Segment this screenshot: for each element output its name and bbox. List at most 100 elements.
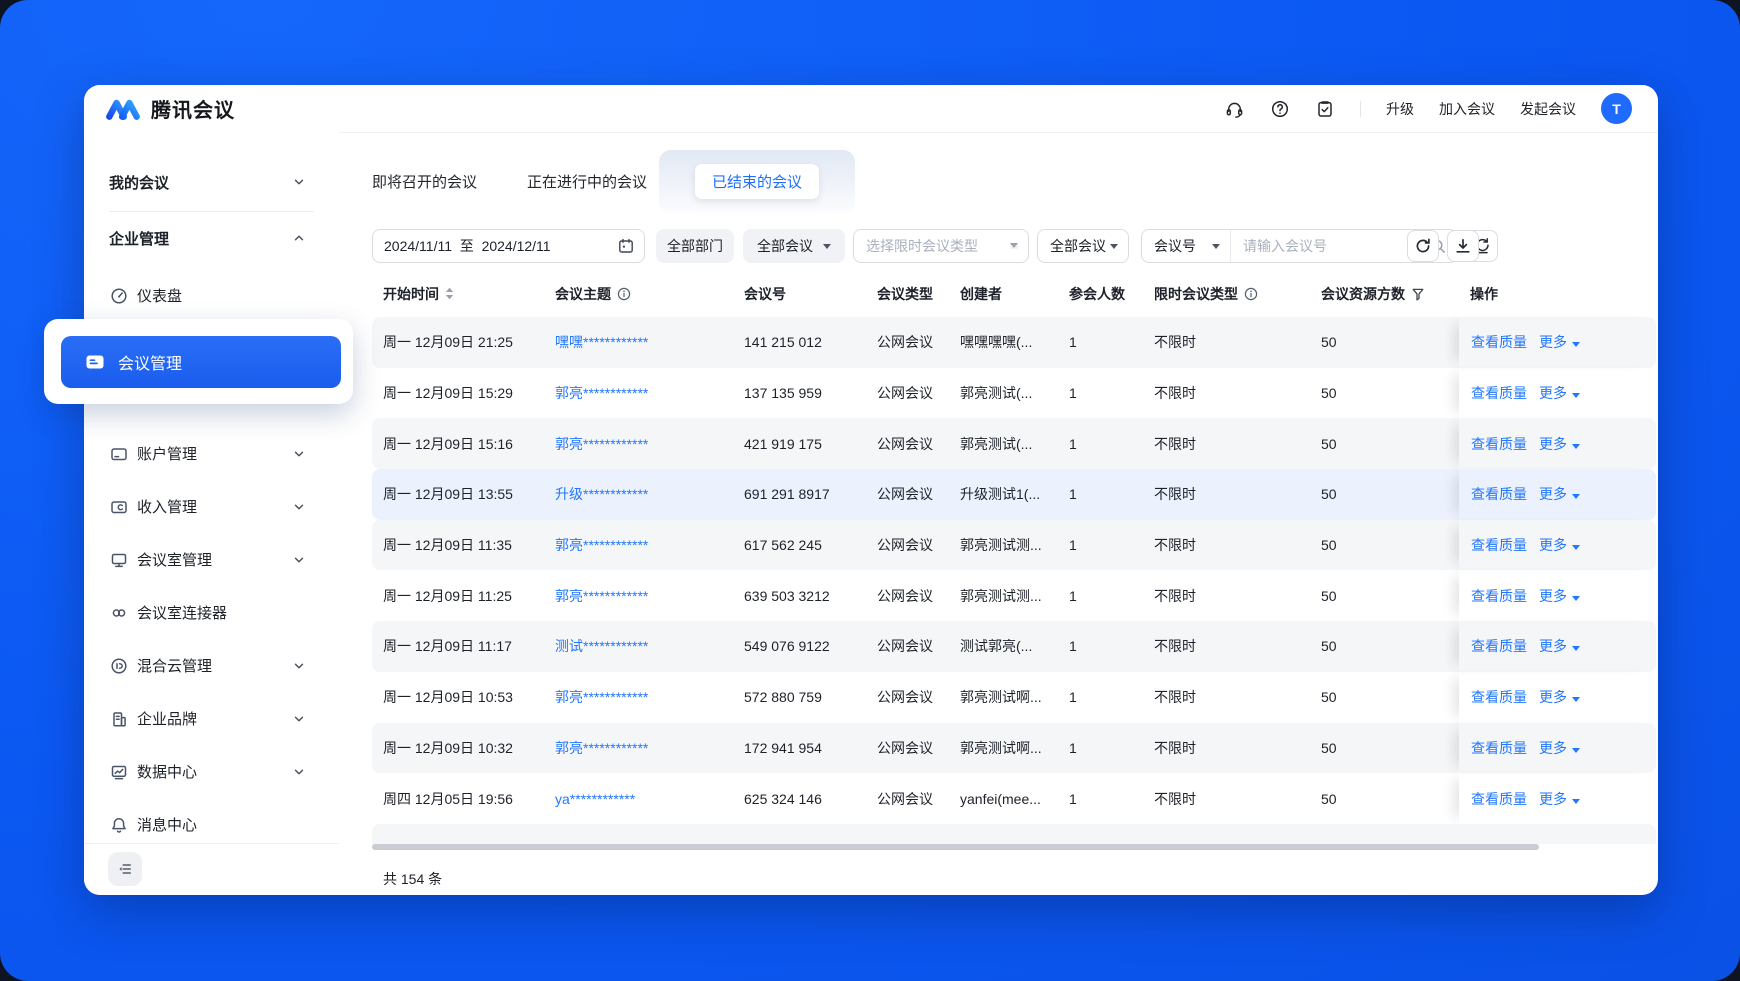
sidebar-item-account-manage[interactable]: 账户管理 [84,427,339,480]
table-row[interactable]: 周一 12月09日 10:53 郭亮************ 572 880 759… [372,672,1656,723]
cell-actions: 查看质量 更多 [1459,773,1656,824]
more-link[interactable]: 更多 [1539,738,1580,758]
table-row[interactable]: 周一 12月09日 11:25 郭亮************ 639 503 321… [372,570,1656,621]
table-row[interactable]: 周一 12月09日 13:55 升级************ 691 291 891… [372,469,1656,520]
tab-ended[interactable]: 已结束的会议 [695,164,820,199]
cell-start-time: 周一 12月09日 11:25 [383,587,512,604]
desktop-background: 腾讯会议 升级 加入会议 发起会议 T 我的会议 企业管理 仪表盘 会议管理 账… [0,0,1740,981]
sidebar-item-data-center[interactable]: 数据中心 [84,745,339,798]
table-row[interactable]: 周一 12月09日 15:16 郭亮************ 421 919 175… [372,418,1656,470]
avatar[interactable]: T [1601,93,1632,124]
download-icon[interactable] [1447,230,1479,262]
table-row[interactable]: 周一 12月09日 15:29 郭亮************ 137 135 959… [372,368,1656,419]
app-title: 腾讯会议 [151,100,235,122]
column-header-resources[interactable]: 会议资源方数 [1310,284,1459,304]
meeting-filter-select[interactable]: 全部会议 [1037,229,1129,263]
table-row[interactable]: 周一 12月09日 11:35 郭亮************ 617 562 245… [372,519,1656,571]
view-quality-link[interactable]: 查看质量 [1471,434,1527,454]
more-link[interactable]: 更多 [1539,434,1580,454]
view-quality-link[interactable]: 查看质量 [1471,535,1527,555]
meeting-topic-link[interactable]: 郭亮************ [555,588,648,604]
meeting-topic-link[interactable]: 郭亮************ [555,385,648,401]
view-quality-link[interactable]: 查看质量 [1471,636,1527,656]
funnel-icon[interactable] [1411,287,1425,301]
cell-actions: 查看质量 更多 [1459,570,1656,621]
meeting-topic-link[interactable]: 测试************ [555,638,648,654]
meeting-topic-link[interactable]: 郭亮************ [555,740,648,756]
more-link[interactable]: 更多 [1539,383,1580,403]
search-input[interactable] [1231,238,1430,254]
table-row[interactable]: 周一 12月09日 10:32 郭亮************ 172 941 954… [372,722,1656,774]
meeting-topic-link[interactable]: 嘿嘿************ [555,334,648,350]
more-link[interactable]: 更多 [1539,586,1580,606]
table-row[interactable]: 周一 12月09日 11:17 测试************ 549 076 912… [372,621,1656,672]
sidebar-item-dashboard[interactable]: 仪表盘 [84,269,339,322]
caret-down-icon [1572,595,1580,601]
sidebar-item-enterprise-brand[interactable]: 企业品牌 [84,692,339,745]
data-icon [110,763,128,781]
table-row[interactable]: 周四 12月05日 19:56 ya************ 625 324 146… [372,773,1656,824]
headset-icon[interactable] [1224,99,1245,119]
sidebar-item-rooms-connector[interactable]: 会议室连接器 [84,586,339,639]
cell-resources: 50 [1321,739,1337,756]
tab-upcoming[interactable]: 即将召开的会议 [372,171,477,192]
help-icon[interactable] [1270,99,1290,119]
sidebar-item-hybrid-cloud[interactable]: 混合云管理 [84,639,339,692]
meeting-topic-link[interactable]: ya************ [555,791,635,807]
sidebar-footer [84,843,339,895]
view-quality-link[interactable]: 查看质量 [1471,332,1527,352]
department-filter[interactable]: 全部部门 [656,229,734,263]
collapse-sidebar-button[interactable] [108,852,142,886]
sidebar-item-label: 数据中心 [137,764,198,781]
view-quality-link[interactable]: 查看质量 [1471,484,1527,504]
more-link[interactable]: 更多 [1539,789,1580,809]
cell-meeting-number: 617 562 245 [744,537,822,554]
meeting-scope-select[interactable]: 全部会议 [743,229,845,263]
meeting-topic-link[interactable]: 升级************ [555,486,648,502]
sidebar-item-income-manage[interactable]: 收入管理 [84,480,339,533]
task-icon[interactable] [1315,99,1335,119]
table-row[interactable]: 周一 12月09日 21:25 嘿嘿************ 141 215 012… [372,317,1656,368]
cell-meeting-type: 公网会议 [877,486,933,503]
view-quality-link[interactable]: 查看质量 [1471,586,1527,606]
view-quality-link[interactable]: 查看质量 [1471,738,1527,758]
more-link[interactable]: 更多 [1539,332,1580,352]
sidebar-item-rooms-manage[interactable]: 会议室管理 [84,533,339,586]
cell-meeting-number: 625 324 146 [744,790,822,807]
meeting-topic-link[interactable]: 郭亮************ [555,689,648,705]
join-meeting-link[interactable]: 加入会议 [1439,99,1495,119]
cell-limited-type: 不限时 [1154,689,1196,706]
start-meeting-link[interactable]: 发起会议 [1520,99,1576,119]
more-link[interactable]: 更多 [1539,687,1580,707]
upgrade-link[interactable]: 升级 [1386,99,1414,119]
limited-type-select[interactable]: 选择限时会议类型 [853,229,1029,263]
date-separator: 至 [459,238,474,254]
meeting-topic-link[interactable]: 郭亮************ [555,537,648,553]
brand-icon [110,710,128,728]
date-range-picker[interactable]: 2024/11/11 至 2024/12/11 [372,229,645,263]
cell-meeting-number: 141 215 012 [744,334,822,351]
view-quality-link[interactable]: 查看质量 [1471,383,1527,403]
hybrid-icon [110,657,128,675]
more-link[interactable]: 更多 [1539,636,1580,656]
view-quality-link[interactable]: 查看质量 [1471,687,1527,707]
column-header-time[interactable]: 开始时间 [372,284,544,304]
topbar-divider [1360,100,1361,117]
search-field-select[interactable]: 会议号 [1142,230,1231,262]
sidebar-group-enterprise[interactable]: 企业管理 [84,215,339,261]
view-quality-link[interactable]: 查看质量 [1471,789,1527,809]
chevron-down-icon [293,501,305,513]
more-link[interactable]: 更多 [1539,484,1580,504]
sidebar-item-meeting-manage[interactable]: 会议管理 [61,335,341,388]
chevron-down-icon [293,766,305,778]
info-icon [617,287,631,301]
sidebar-group-my-meetings[interactable]: 我的会议 [84,159,339,205]
sort-icon[interactable] [445,287,454,300]
more-link[interactable]: 更多 [1539,535,1580,555]
cell-meeting-number: 549 076 9122 [744,638,830,655]
refresh-icon[interactable] [1407,230,1439,262]
tab-in-progress[interactable]: 正在进行中的会议 [527,171,647,192]
meeting-topic-link[interactable]: 郭亮************ [555,436,648,452]
horizontal-scrollbar[interactable] [372,844,1539,850]
cell-meeting-number: 137 135 959 [744,385,822,402]
